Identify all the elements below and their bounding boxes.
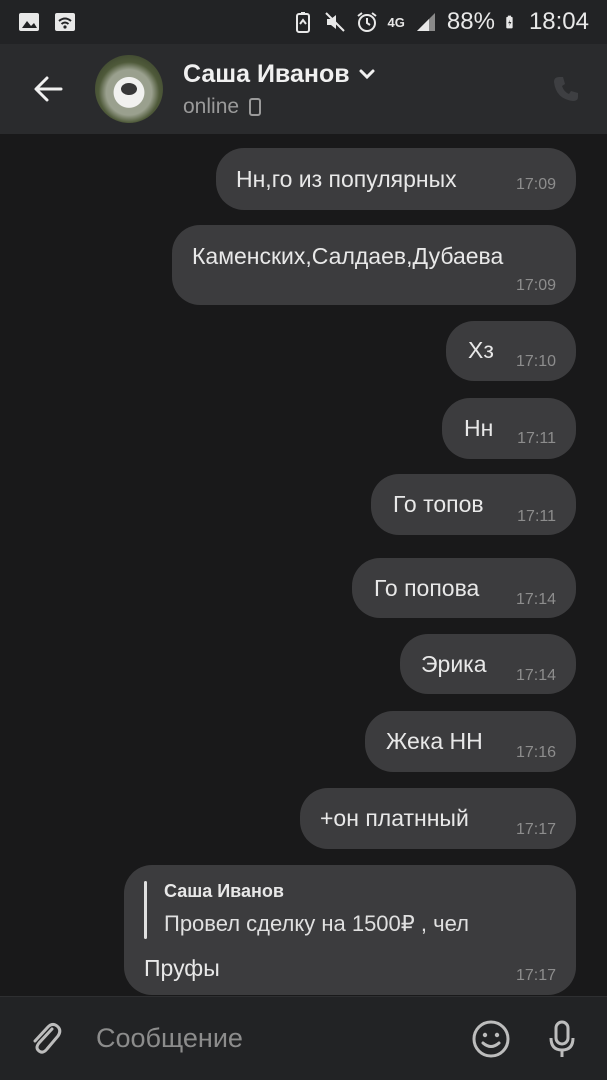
message-bubble[interactable]: Нн,го из популярных 17:09 bbox=[216, 148, 576, 210]
alarm-icon bbox=[356, 12, 377, 32]
message-time: 17:09 bbox=[515, 277, 556, 294]
attach-icon[interactable] bbox=[28, 1019, 64, 1059]
chevron-down-icon bbox=[359, 69, 375, 80]
contact-info[interactable]: Саша Иванов online bbox=[183, 60, 376, 119]
message-time: 17:16 bbox=[515, 744, 556, 761]
message-text: Эрика bbox=[421, 651, 487, 677]
mobile-device-icon bbox=[249, 97, 262, 116]
contact-status: online bbox=[183, 94, 240, 118]
message-time: 17:17 bbox=[515, 821, 556, 838]
phone-icon[interactable] bbox=[551, 74, 581, 104]
quoted-author: Саша Иванов bbox=[164, 881, 284, 901]
message-composer: Сообщение bbox=[0, 996, 607, 1080]
network-type: 4G bbox=[387, 14, 405, 30]
message-bubble[interactable]: Эрика 17:14 bbox=[400, 634, 576, 694]
message-time: 17:14 bbox=[515, 667, 556, 684]
message-text: Нн,го из популярных bbox=[236, 166, 457, 192]
battery-percent: 88% bbox=[446, 8, 495, 35]
microphone-icon[interactable] bbox=[547, 1019, 577, 1059]
message-time: 17:17 bbox=[515, 967, 556, 984]
signal-icon bbox=[416, 13, 435, 31]
back-button[interactable] bbox=[0, 44, 95, 134]
message-time: 17:11 bbox=[517, 508, 556, 525]
message-bubble[interactable]: Го попова 17:14 bbox=[352, 558, 576, 618]
message-bubble[interactable]: Го топов 17:11 bbox=[371, 474, 576, 535]
message-time: 17:09 bbox=[515, 176, 556, 193]
message-list[interactable]: Нн,го из популярных 17:09 Каменских,Салд… bbox=[0, 134, 607, 996]
message-text: +он платнный bbox=[320, 805, 469, 831]
message-text: Го топов bbox=[393, 491, 484, 517]
message-time: 17:14 bbox=[515, 591, 556, 608]
message-text: Жека НН bbox=[386, 728, 483, 754]
message-text: Каменских,Салдаев,Дубаева bbox=[192, 243, 504, 269]
contact-name: Саша Иванов bbox=[183, 59, 350, 88]
clock: 18:04 bbox=[528, 8, 589, 35]
message-bubble[interactable]: +он платнный 17:17 bbox=[300, 788, 576, 849]
message-text: Нн bbox=[464, 415, 494, 441]
status-bar: 4G 88% 18:04 bbox=[0, 0, 607, 44]
wifi-icon bbox=[55, 13, 75, 31]
battery-icon bbox=[506, 15, 513, 29]
back-arrow-icon bbox=[34, 76, 62, 102]
image-icon bbox=[19, 13, 39, 31]
chat-header: Саша Иванов online bbox=[0, 44, 607, 134]
message-time: 17:11 bbox=[517, 430, 556, 447]
quoted-text: Провел сделку на 1500₽ , чел bbox=[164, 911, 469, 936]
mute-icon bbox=[324, 12, 345, 32]
emoji-icon[interactable] bbox=[471, 1019, 511, 1059]
reply-message-bubble[interactable]: Саша Иванов Провел сделку на 1500₽ , чел… bbox=[124, 865, 576, 995]
quote-bar bbox=[144, 881, 147, 939]
message-text: Го попова bbox=[374, 575, 480, 601]
message-text: Хз bbox=[468, 337, 494, 363]
message-bubble[interactable]: Жека НН 17:16 bbox=[365, 711, 576, 772]
message-bubble[interactable]: Нн 17:11 bbox=[442, 398, 576, 459]
battery-saver-icon bbox=[295, 12, 310, 33]
avatar[interactable] bbox=[95, 55, 163, 123]
message-time: 17:10 bbox=[515, 353, 556, 370]
message-bubble[interactable]: Хз 17:10 bbox=[446, 321, 576, 381]
message-input[interactable]: Сообщение bbox=[96, 1023, 243, 1054]
message-text: Пруфы bbox=[144, 955, 220, 981]
message-bubble[interactable]: Каменских,Салдаев,Дубаева 17:09 bbox=[172, 225, 576, 305]
